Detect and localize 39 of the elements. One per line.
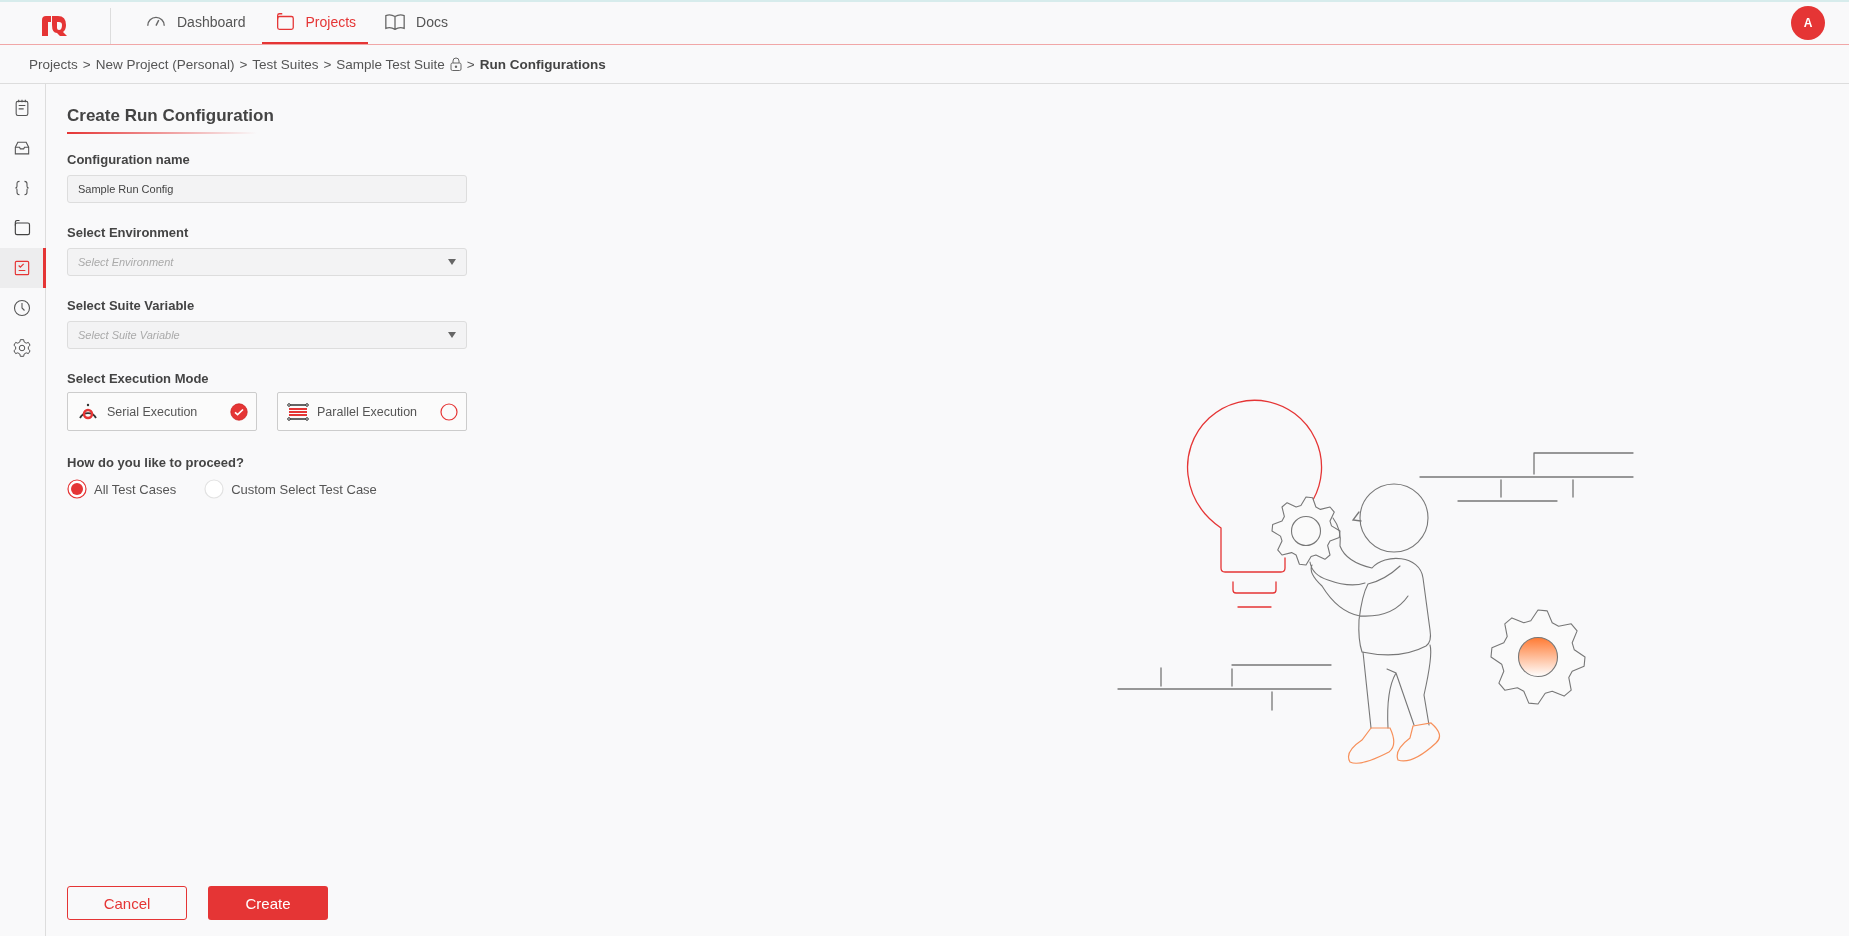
nav-tab[interactable]: Dashboard (133, 2, 258, 44)
field-label: Select Suite Variable (67, 298, 195, 313)
radio-label: All Test Cases (94, 481, 177, 497)
caret-icon (448, 332, 456, 338)
breadcrumb-current: Run Configurations (479, 56, 606, 72)
execution-mode-option[interactable]: Parallel Execution (277, 392, 467, 431)
create-button[interactable]: Create (208, 886, 328, 920)
breadcrumb-separator: > (466, 56, 475, 72)
breadcrumb-link[interactable]: Test Suites (252, 56, 319, 72)
breadcrumb-link[interactable]: Sample Test Suite (336, 56, 445, 72)
breadcrumb-link[interactable]: New Project (Personal) (95, 56, 235, 72)
check-icon[interactable] (230, 402, 248, 421)
option-label: Serial Execution (107, 404, 199, 419)
cancel-button[interactable]: Cancel (67, 886, 187, 920)
field-label: Select Environment (67, 225, 189, 240)
settings-icon (11, 338, 32, 358)
lock-icon (449, 57, 462, 71)
breadcrumb-separator: > (323, 56, 332, 72)
option-label: Parallel Execution (317, 404, 419, 419)
nav-tab[interactable]: Docs (372, 2, 460, 44)
page-title: Create Run Configuration (67, 106, 274, 127)
radio-button[interactable] (67, 479, 87, 499)
logo-icon[interactable] (40, 14, 70, 38)
breadcrumb-link[interactable]: Projects (29, 56, 78, 72)
sidebar-button[interactable] (0, 248, 46, 288)
field-label: Configuration name (67, 152, 190, 167)
field-label: How do you like to proceed? (67, 455, 244, 470)
radio-label: Custom Select Test Case (231, 481, 377, 497)
caret-icon (448, 259, 456, 265)
radio-circle-icon[interactable] (440, 402, 458, 421)
execution-mode-option[interactable]: Serial Execution (67, 392, 257, 431)
breadcrumb-separator: > (82, 56, 91, 72)
configuration-name-field[interactable]: Sample Run Config (67, 175, 467, 203)
breadcrumb-separator: > (239, 56, 248, 72)
nav-tab[interactable]: Projects (261, 2, 369, 44)
book-icon (384, 11, 407, 33)
field-label: Select Execution Mode (67, 371, 209, 386)
clock-icon (11, 298, 32, 318)
user-avatar[interactable]: A (1791, 6, 1825, 40)
